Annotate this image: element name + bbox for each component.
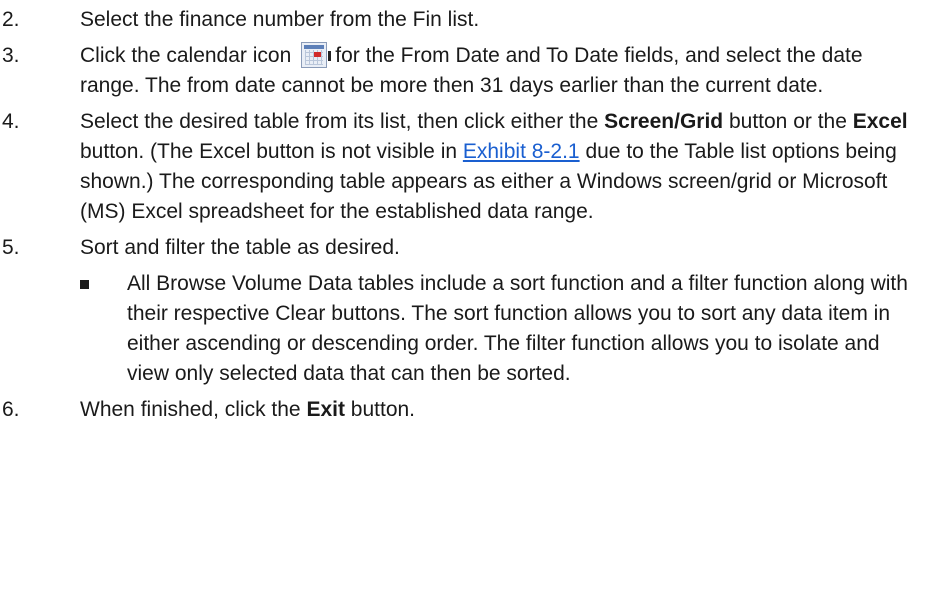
step-text: button. (The Excel button is not visible… [80, 140, 463, 163]
step-number: 3. [2, 44, 20, 67]
step-2: 2. Select the finance number from the Fi… [0, 5, 925, 35]
step-5: 5. Sort and filter the table as desired. [0, 233, 925, 263]
calendar-icon [301, 42, 332, 68]
exit-button-label: Exit [306, 398, 345, 421]
step-number: 4. [2, 110, 20, 133]
step-number: 2. [2, 8, 20, 31]
square-bullet-icon [80, 280, 89, 289]
step-6: 6. When finished, click the Exit button. [0, 395, 925, 425]
screen-grid-button-label: Screen/Grid [604, 110, 724, 133]
step-text: Sort and filter the table as desired. [80, 236, 400, 259]
exhibit-link[interactable]: Exhibit 8-2.1 [463, 140, 580, 163]
step-4: 4. Select the desired table from its lis… [0, 107, 925, 227]
step-text-pre: Click the calendar icon [80, 44, 292, 67]
step-text: button. [344, 398, 416, 421]
step-text: When finished, click the [80, 398, 307, 421]
step-text: button or the [723, 110, 853, 133]
step-3: 3. Click the calendar icon for the From D… [0, 41, 925, 101]
step-text: Select the finance number from the Fin l… [80, 8, 480, 31]
step-number: 6. [2, 398, 20, 421]
procedure-document: 2. Select the finance number from the Fi… [0, 0, 925, 594]
bullet-text: All Browse Volume Data tables include a … [127, 272, 908, 385]
step-number: 5. [2, 236, 20, 259]
step-text: Select the desired table from its list, … [80, 110, 605, 133]
excel-button-label: Excel [852, 110, 908, 133]
bullet-item: All Browse Volume Data tables include a … [0, 269, 925, 389]
